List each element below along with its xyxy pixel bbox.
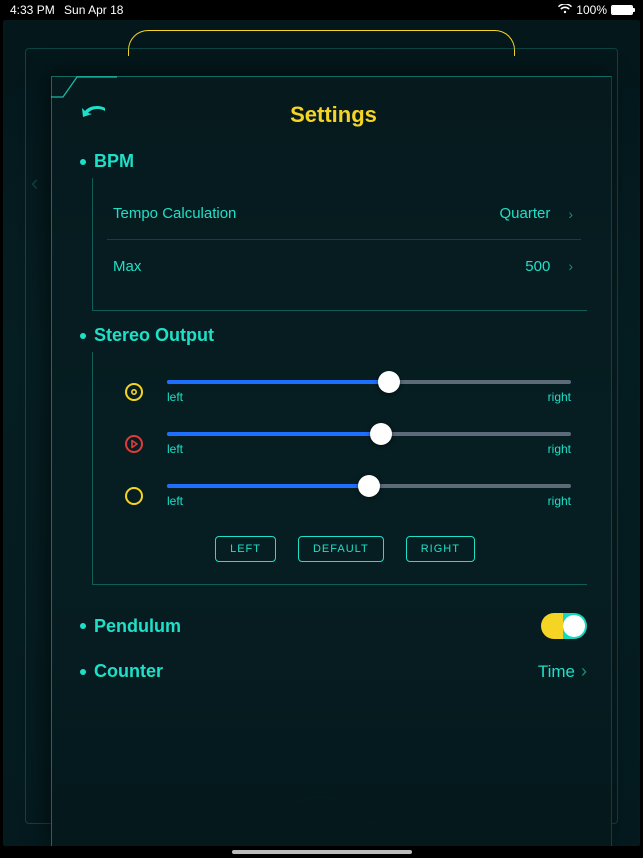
- stereo-box: left right lef: [92, 352, 587, 585]
- settings-panel: Settings BPM Tempo Calculation Quarter ›…: [51, 76, 612, 846]
- stereo-slider-row-3: left right: [119, 484, 571, 508]
- panel-title: Settings: [80, 102, 587, 128]
- chevron-right-icon: ›: [568, 206, 573, 222]
- bullet-icon: [80, 623, 86, 629]
- slider-label-left: left: [167, 494, 183, 508]
- pendulum-toggle[interactable]: [541, 613, 587, 639]
- slider-label-right: right: [548, 442, 571, 456]
- slider-label-right: right: [548, 494, 571, 508]
- stereo-slider-row-1: left right: [119, 380, 571, 404]
- status-time: 4:33 PM: [10, 3, 55, 17]
- chevron-right-icon: ›: [581, 661, 587, 682]
- status-date: Sun Apr 18: [64, 3, 123, 17]
- home-indicator: [232, 850, 412, 854]
- section-heading-pendulum-label: Pendulum: [94, 616, 181, 637]
- stereo-slider-row-2: left right: [119, 432, 571, 456]
- row-counter[interactable]: Counter Time ›: [80, 661, 587, 682]
- bullet-icon: [80, 333, 86, 339]
- stereo-slider-2[interactable]: [167, 432, 571, 436]
- slider-label-right: right: [548, 390, 571, 404]
- accent-circle-icon: [119, 382, 149, 402]
- slider-label-left: left: [167, 442, 183, 456]
- wifi-icon: [558, 3, 572, 17]
- section-heading-stereo: Stereo Output: [80, 325, 587, 346]
- preset-default-button[interactable]: DEFAULT: [298, 536, 384, 562]
- section-heading-counter-label: Counter: [94, 661, 163, 682]
- row-value: 500: [525, 258, 550, 275]
- bullet-icon: [80, 669, 86, 675]
- preset-right-button[interactable]: RIGHT: [406, 536, 475, 562]
- chevron-right-icon: ›: [568, 258, 573, 274]
- preset-left-button[interactable]: LEFT: [215, 536, 276, 562]
- row-label: Max: [113, 258, 141, 275]
- section-heading-bpm: BPM: [80, 151, 587, 172]
- stereo-preset-row: LEFT DEFAULT RIGHT: [119, 536, 571, 562]
- battery-percent: 100%: [576, 3, 607, 17]
- bpm-box: Tempo Calculation Quarter › Max 500 ›: [92, 178, 587, 311]
- row-label: Tempo Calculation: [113, 205, 236, 222]
- counter-value: Time: [538, 662, 575, 682]
- section-heading-bpm-label: BPM: [94, 151, 134, 172]
- row-tempo-calculation[interactable]: Tempo Calculation Quarter ›: [107, 188, 581, 240]
- row-pendulum: Pendulum: [80, 613, 587, 639]
- app-stage: ‹ Settings BPM: [3, 20, 640, 846]
- stereo-slider-1[interactable]: [167, 380, 571, 384]
- slider-label-left: left: [167, 390, 183, 404]
- stereo-slider-3[interactable]: [167, 484, 571, 488]
- battery-icon: [611, 5, 633, 15]
- panel-header: Settings: [80, 93, 587, 137]
- status-bar: 4:33 PM Sun Apr 18 100%: [0, 0, 643, 20]
- row-value: Quarter: [499, 205, 550, 222]
- open-circle-icon: [119, 486, 149, 506]
- background-back-chevron: ‹: [31, 170, 38, 196]
- bullet-icon: [80, 159, 86, 165]
- section-heading-stereo-label: Stereo Output: [94, 325, 214, 346]
- row-max[interactable]: Max 500 ›: [107, 240, 581, 292]
- play-circle-icon: [119, 434, 149, 454]
